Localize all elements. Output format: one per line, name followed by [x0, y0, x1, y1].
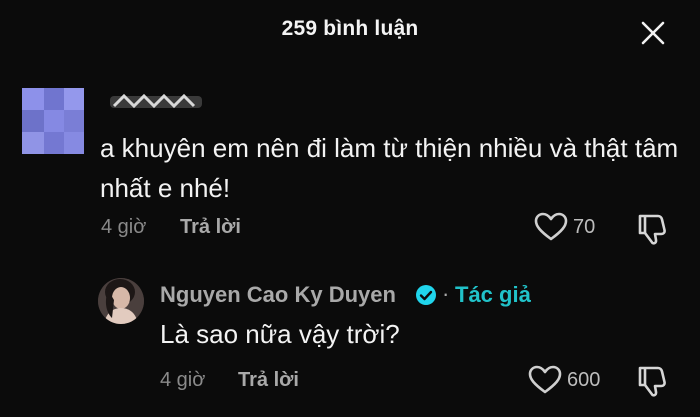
reply-timestamp: 4 giờ — [160, 369, 206, 391]
thumbs-down-icon[interactable] — [636, 210, 672, 246]
separator-dot: · — [442, 281, 450, 306]
heart-outline-icon[interactable] — [534, 212, 568, 242]
reply-author-name[interactable]: Nguyen Cao Ky Duyen — [160, 282, 396, 308]
comment-username-redacted[interactable] — [110, 92, 202, 110]
reply-text: Là sao nữa vậy trời? — [160, 319, 400, 349]
heart-outline-icon[interactable] — [528, 365, 562, 395]
comment-like-count: 70 — [573, 216, 596, 238]
verified-badge-icon — [416, 285, 436, 305]
reply-reply-button[interactable]: Trả lời — [238, 369, 299, 392]
comments-count-title: 259 bình luận — [281, 17, 419, 40]
thumbs-down-icon[interactable] — [636, 362, 672, 398]
author-label: Tác giả — [455, 282, 531, 307]
reply-avatar[interactable] — [98, 278, 144, 324]
reply-like-count: 600 — [567, 369, 601, 391]
comment-text: a khuyên em nên đi làm từ thiện nhiều và… — [100, 133, 679, 203]
comment-timestamp: 4 giờ — [101, 216, 147, 238]
comment-reply-button[interactable]: Trả lời — [180, 216, 241, 239]
comment-avatar[interactable] — [22, 88, 84, 154]
close-icon[interactable] — [640, 20, 666, 46]
